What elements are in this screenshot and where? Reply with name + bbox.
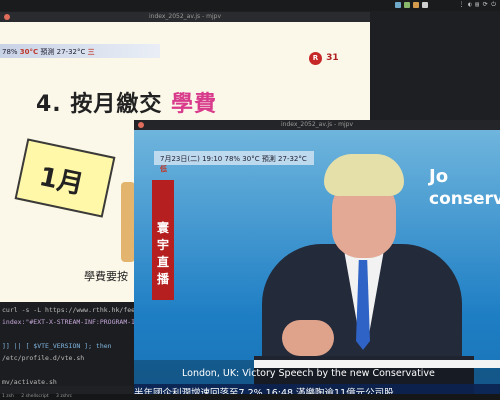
lesson-title-main: 按月繳交	[70, 92, 163, 117]
video-window-front[interactable]: index_2052_av.js - mjpv 7月23日(二) 19:10 7…	[134, 120, 500, 396]
status-item[interactable]: 2 shellscript	[21, 394, 48, 399]
window-title: index_2052_av.js - mjpv	[149, 13, 221, 20]
cartoon-figure	[121, 182, 135, 262]
forecast-value: 預測 27-32°C	[40, 48, 86, 56]
video-subtitle: 學費要按	[84, 270, 128, 283]
lesson-title-highlight: 學費	[171, 92, 218, 117]
video-frame-news[interactable]: 7月23日(二) 19:10 78% 30°C 預測 27-32°C 低 Jo …	[134, 130, 500, 396]
date-tag: 低	[160, 165, 167, 173]
weather-info-bar: 78% 30°C 預測 27-32°C 三	[0, 44, 160, 58]
news-caption: London, UK: Victory Speech by the new Co…	[182, 368, 435, 379]
humidity-value: 78%	[2, 48, 18, 56]
date-value: 7月23日(二)	[160, 155, 200, 163]
temperature-value: 30°C	[19, 48, 39, 56]
live-badge: 寰宇直播	[152, 180, 174, 300]
caption-top-strip	[254, 360, 500, 368]
lesson-number: 4.	[36, 92, 62, 117]
date-tag: 三	[87, 48, 95, 56]
month-card: 1月	[14, 138, 116, 218]
tray-icon[interactable]	[413, 2, 419, 8]
tray-icon[interactable]	[422, 2, 428, 8]
speaker-hand	[282, 320, 334, 356]
tray-controls[interactable]: ⋮ ◐ ▤ ⟳ ⏻	[459, 1, 496, 9]
window-titlebar[interactable]: index_2052_av.js - mjpv	[134, 120, 500, 130]
status-item[interactable]: 1 zsh	[2, 394, 14, 399]
window-title: index_2052_av.js - mjpv	[281, 121, 353, 128]
tray-icon[interactable]	[404, 2, 410, 8]
channel-number: 31	[326, 53, 339, 63]
window-titlebar[interactable]: index_2052_av.js - mjpv	[0, 12, 370, 22]
speaker-hair	[324, 154, 404, 196]
status-bar: 1 zsh 2 shellscript 3 zshrc	[0, 394, 500, 400]
logo-mark-icon: R	[309, 52, 322, 65]
channel-logo: R 31	[309, 52, 339, 65]
time-value: 19:10	[202, 155, 223, 163]
system-top-bar: ⋮ ◐ ▤ ⟳ ⏻	[0, 0, 500, 11]
tray-icon[interactable]	[395, 2, 401, 8]
tray-indicators	[395, 2, 428, 8]
lesson-title: 4. 按月繳交 學費	[36, 86, 217, 118]
status-item[interactable]: 3 zshrc	[56, 394, 72, 399]
month-card-text: 1月	[36, 162, 86, 201]
